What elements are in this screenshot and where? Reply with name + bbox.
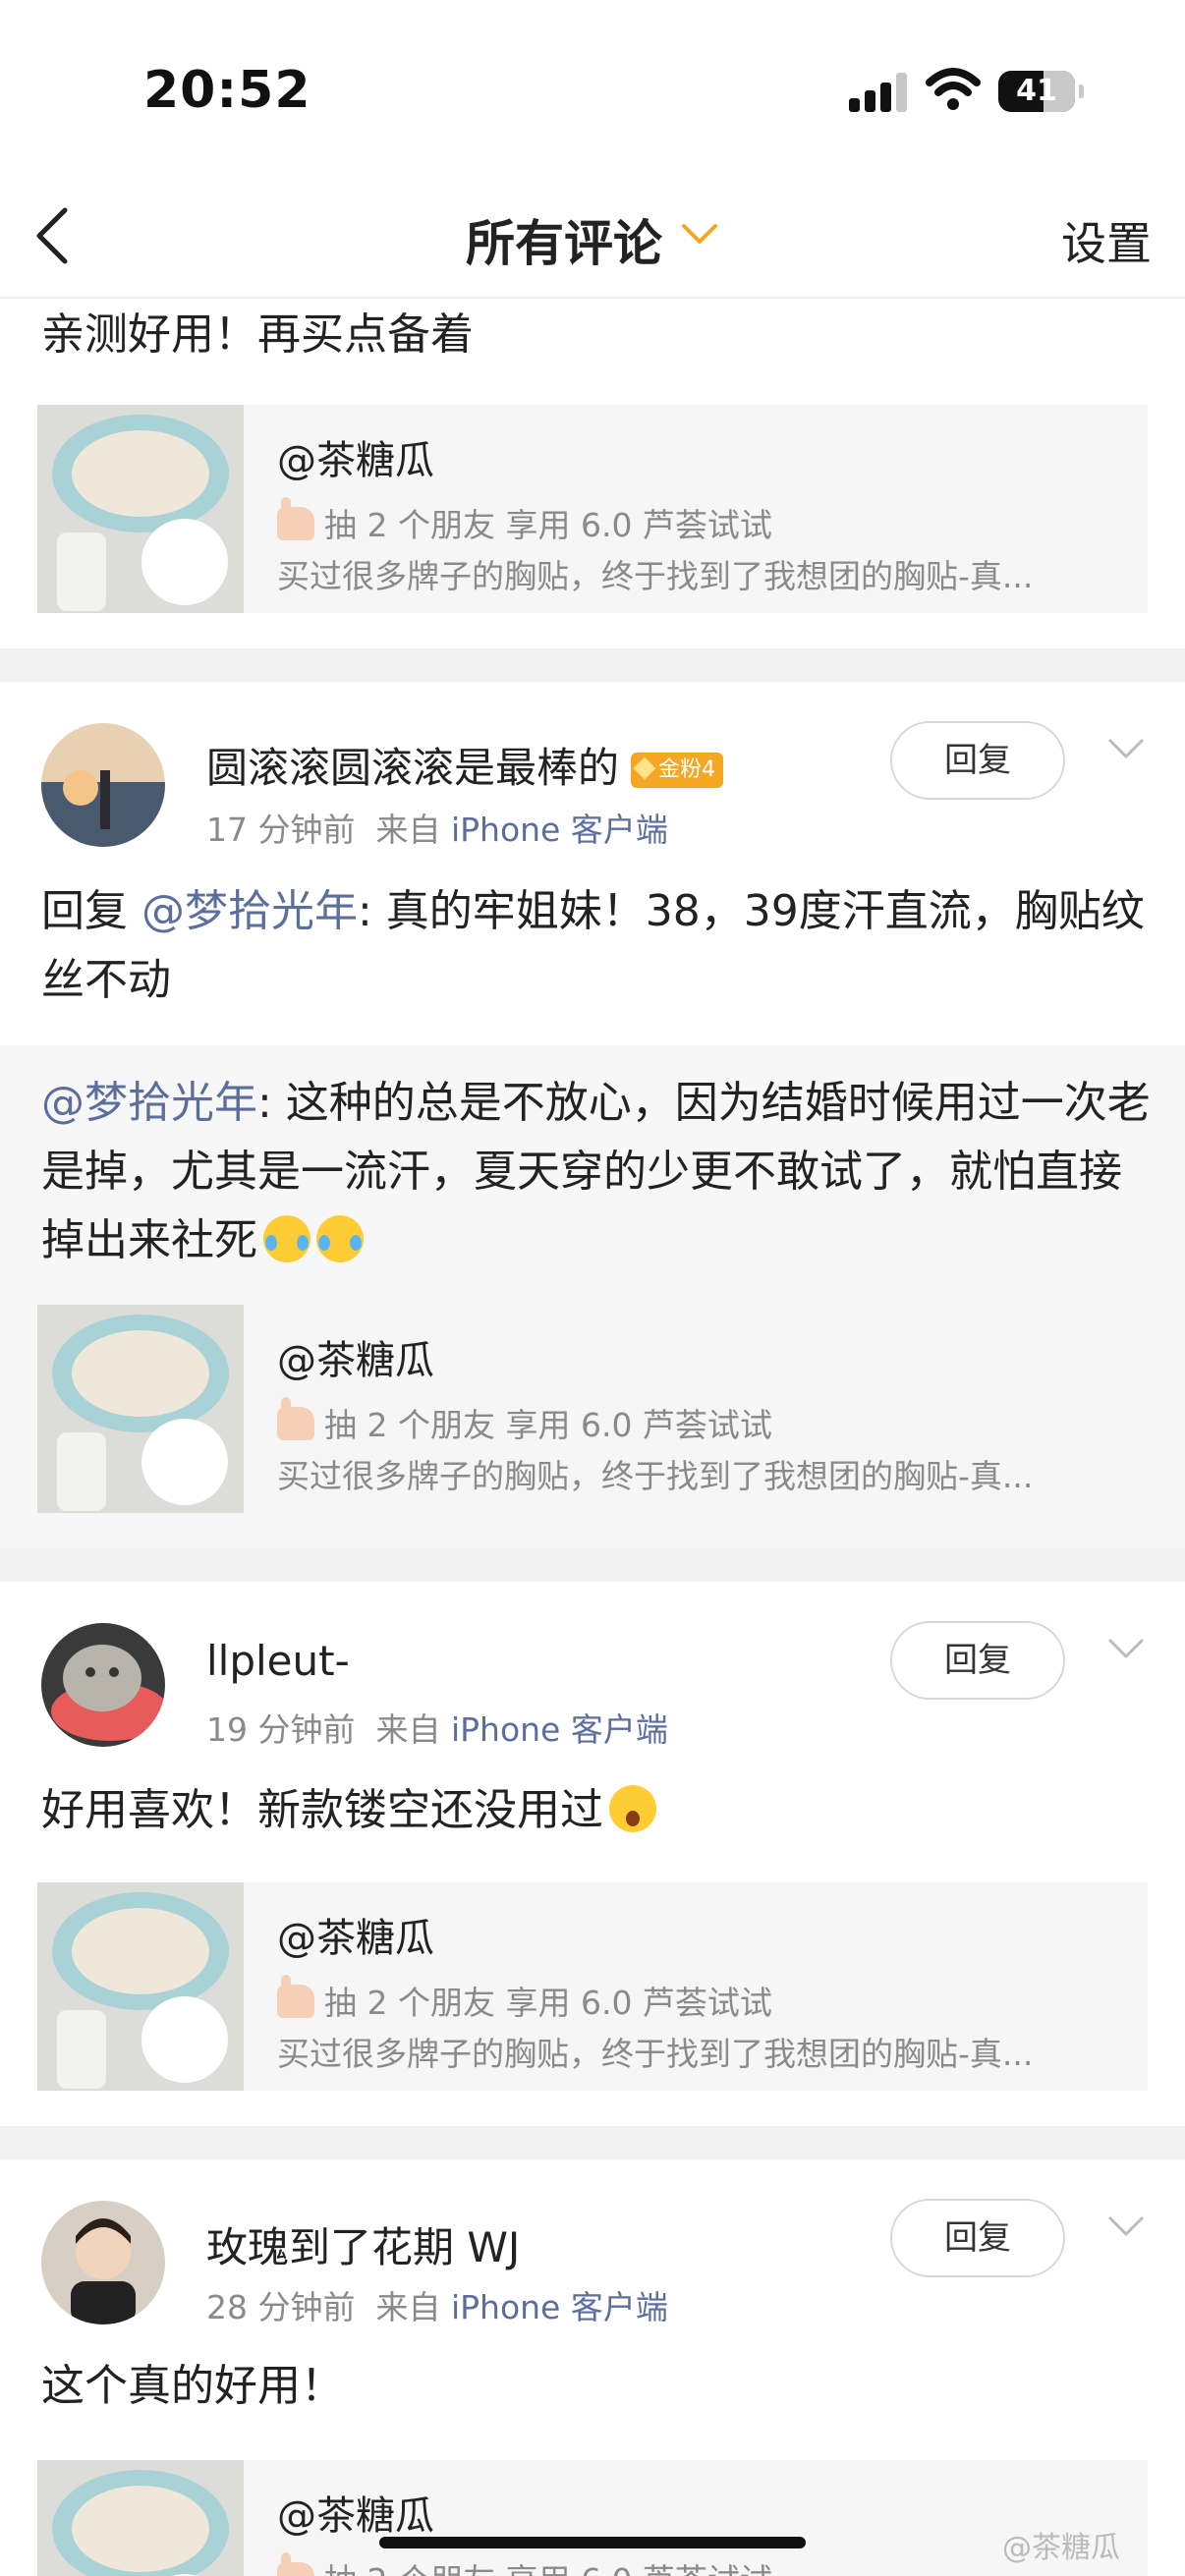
reply-button[interactable]: 回复	[890, 2199, 1065, 2277]
comment-username[interactable]: 圆滚滚圆滚滚是最棒的 金粉4	[206, 735, 724, 795]
comment-source: iPhone 客户端	[450, 1710, 668, 1749]
thumbs-up-icon	[277, 497, 314, 540]
back-icon[interactable]	[33, 206, 73, 265]
card-subtitle-text: 抽 2 个朋友 享用 6.0 芦荟试试	[324, 1984, 772, 2022]
comment-username[interactable]: 玫瑰到了花期 WJ	[206, 2214, 520, 2274]
comment-text: 亲测好用！再买点备着	[41, 309, 474, 360]
settings-button[interactable]: 设置	[1061, 208, 1152, 273]
comment-source: iPhone 客户端	[450, 2288, 668, 2326]
card-subtitle-text: 抽 2 个朋友 享用 6.0 芦荟试试	[324, 506, 772, 544]
comment-body: 好用喜欢！新款镂空还没用过	[41, 1785, 603, 1835]
comment-text: 好用喜欢！新款镂空还没用过	[41, 1776, 656, 1845]
reply-button[interactable]: 回复	[890, 1621, 1065, 1700]
chevron-down-icon[interactable]	[1106, 1637, 1146, 1662]
comment-source: iPhone 客户端	[450, 811, 668, 849]
mention-link[interactable]: @梦拾光年	[141, 886, 358, 936]
product-thumbnail	[37, 2460, 244, 2576]
card-subtitle: 抽 2 个朋友 享用 6.0 芦荟试试	[277, 1975, 772, 2024]
comment-time: 17 分钟前	[206, 811, 356, 849]
badge-text: 金粉4	[658, 757, 716, 782]
card-title: @茶糖瓜	[277, 1338, 434, 1383]
nav-bar: 所有评论 设置	[0, 177, 1185, 299]
reply-prefix: 回复	[41, 886, 141, 936]
from-label: 来自	[375, 811, 441, 849]
fan-badge: 金粉4	[631, 753, 724, 788]
card-title: @茶糖瓜	[277, 2493, 434, 2539]
product-card[interactable]: @茶糖瓜 抽 2 个朋友 享用 6.0 芦荟试试	[37, 2460, 1148, 2576]
product-card[interactable]: @茶糖瓜 抽 2 个朋友 享用 6.0 芦荟试试 买过很多牌子的胸贴，终于找到了…	[37, 405, 1148, 613]
card-description: 买过很多牌子的胸贴，终于找到了我想团的胸贴-真...	[277, 1457, 1034, 1495]
section-divider	[0, 648, 1185, 682]
status-time: 20:52	[143, 61, 311, 120]
product-card[interactable]: @茶糖瓜 抽 2 个朋友 享用 6.0 芦荟试试 买过很多牌子的胸贴，终于找到了…	[37, 1882, 1148, 2091]
card-title: @茶糖瓜	[277, 438, 434, 483]
chevron-down-icon[interactable]	[680, 222, 719, 248]
chevron-down-icon[interactable]	[1106, 737, 1146, 762]
home-indicator	[379, 2537, 806, 2548]
comment-time: 28 分钟前	[206, 2288, 356, 2326]
status-bar: 20:52 41	[0, 0, 1185, 177]
product-thumbnail	[37, 1882, 244, 2091]
comment-meta: 28 分钟前 来自 iPhone 客户端	[206, 2281, 668, 2328]
avatar[interactable]	[41, 2201, 165, 2324]
card-title: @茶糖瓜	[277, 1916, 434, 1961]
product-thumbnail	[37, 1305, 244, 1513]
thumbs-up-icon	[277, 1397, 314, 1440]
battery-level: 41	[1016, 74, 1057, 108]
cellular-signal-icon	[849, 73, 908, 112]
wifi-icon	[926, 68, 981, 110]
thumbs-up-icon	[277, 1975, 314, 2018]
card-subtitle-text: 抽 2 个朋友 享用 6.0 芦荟试试	[324, 2561, 772, 2576]
comment-meta: 17 分钟前 来自 iPhone 客户端	[206, 804, 668, 851]
section-divider	[0, 2126, 1185, 2159]
comment-username[interactable]: llpleut-	[206, 1637, 350, 1685]
product-card[interactable]: @茶糖瓜 抽 2 个朋友 享用 6.0 芦荟试试 买过很多牌子的胸贴，终于找到了…	[37, 1305, 1148, 1513]
comment-text: 回复 @梦拾光年: 真的牢姐妹！38，39度汗直流，胸贴纹丝不动	[41, 877, 1152, 1015]
avatar[interactable]	[41, 1623, 165, 1747]
reply-button[interactable]: 回复	[890, 721, 1065, 800]
card-description: 买过很多牌子的胸贴，终于找到了我想团的胸贴-真...	[277, 557, 1034, 595]
battery-icon: 41	[998, 71, 1075, 112]
comment-time: 19 分钟前	[206, 1710, 356, 1749]
card-description: 买过很多牌子的胸贴，终于找到了我想团的胸贴-真...	[277, 2035, 1034, 2073]
quoted-comment-text: @梦拾光年: 这种的总是不放心，因为结婚时候用过一次老是掉，尤其是一流汗，夏天穿…	[41, 1069, 1152, 1275]
crying-laughing-emoji-icon	[263, 1215, 310, 1262]
username-text[interactable]: 圆滚滚圆滚滚是最棒的	[206, 744, 619, 792]
product-thumbnail	[37, 405, 244, 613]
thumbs-up-icon	[277, 2552, 314, 2576]
section-divider	[0, 1548, 1185, 1582]
watermark: @茶糖瓜	[1002, 2531, 1120, 2565]
comment-text: 这个真的好用！	[41, 2361, 344, 2411]
surprised-emoji-icon	[609, 1785, 656, 1832]
card-subtitle-text: 抽 2 个朋友 享用 6.0 芦荟试试	[324, 1406, 772, 1444]
crying-laughing-emoji-icon	[316, 1215, 364, 1262]
card-subtitle: 抽 2 个朋友 享用 6.0 芦荟试试	[277, 1397, 772, 1446]
chevron-down-icon[interactable]	[1106, 2214, 1146, 2240]
battery-cap	[1079, 84, 1084, 98]
from-label: 来自	[375, 2288, 441, 2326]
card-subtitle: 抽 2 个朋友 享用 6.0 芦荟试试	[277, 2552, 772, 2576]
page-title[interactable]: 所有评论	[466, 204, 662, 275]
avatar[interactable]	[41, 723, 165, 847]
card-subtitle: 抽 2 个朋友 享用 6.0 芦荟试试	[277, 497, 772, 546]
comment-meta: 19 分钟前 来自 iPhone 客户端	[206, 1704, 668, 1751]
from-label: 来自	[375, 1710, 441, 1749]
mention-link[interactable]: @梦拾光年	[41, 1078, 257, 1128]
